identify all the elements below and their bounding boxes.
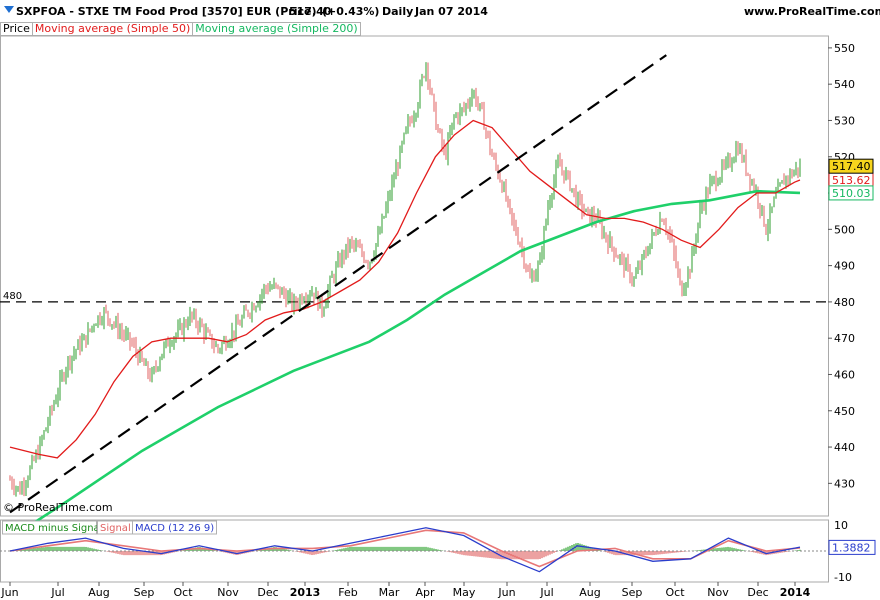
y-tick-label: 430 bbox=[834, 477, 855, 490]
y-tick-label: 450 bbox=[834, 405, 855, 418]
price-chart[interactable]: 430440450460470480490500510520530540550J… bbox=[0, 0, 880, 600]
y-tick-label: 470 bbox=[834, 332, 855, 345]
chart-window: SXPFOA - STXE TM Food Prod [3570] EUR (P… bbox=[0, 0, 880, 600]
x-tick-label: 2014 bbox=[780, 586, 811, 599]
y-tick-label: 490 bbox=[834, 260, 855, 273]
y-tick-label: 530 bbox=[834, 114, 855, 127]
x-tick-label: Sep bbox=[134, 586, 155, 599]
watermark: © ProRealTime.com bbox=[3, 501, 113, 514]
macd-legend-item: MACD minus Signal bbox=[5, 523, 102, 534]
signal-line bbox=[9, 529, 801, 568]
y-tick-label: 500 bbox=[834, 223, 855, 236]
x-tick-label: May bbox=[453, 586, 476, 599]
y-tick-label: 440 bbox=[834, 441, 855, 454]
x-tick-label: Jun bbox=[0, 586, 18, 599]
macd-y-tick-label: 10 bbox=[834, 519, 848, 532]
x-tick-label: Dec bbox=[257, 586, 278, 599]
x-tick-label: Jun bbox=[497, 586, 515, 599]
x-tick-label: Nov bbox=[217, 586, 239, 599]
x-tick-label: Feb bbox=[338, 586, 357, 599]
y-tick-label: 480 bbox=[834, 296, 855, 309]
price-pane-frame bbox=[0, 35, 829, 517]
x-tick-label: Aug bbox=[88, 586, 109, 599]
trendline bbox=[9, 54, 667, 514]
y-tick-label: 460 bbox=[834, 368, 855, 381]
ohlc-bars bbox=[9, 62, 801, 497]
macd-legend-item: Signal bbox=[100, 523, 131, 534]
y-tick-label: 540 bbox=[834, 78, 855, 91]
x-tick-label: Oct bbox=[173, 586, 193, 599]
ma200-value-label: 510.03 bbox=[832, 187, 871, 200]
x-tick-label: Jul bbox=[539, 586, 553, 599]
x-tick-label: Aug bbox=[579, 586, 600, 599]
macd-legend-item: MACD (12 26 9) bbox=[135, 523, 214, 534]
x-tick-label: Mar bbox=[379, 586, 400, 599]
last-value-label: 517.40 bbox=[832, 160, 871, 173]
support-line-label: 480 bbox=[3, 291, 22, 302]
x-tick-label: Apr bbox=[415, 586, 435, 599]
macd-y-tick-label: -10 bbox=[834, 571, 852, 584]
x-tick-label: Dec bbox=[747, 586, 768, 599]
y-tick-label: 550 bbox=[834, 42, 855, 55]
x-tick-label: Sep bbox=[622, 586, 643, 599]
x-tick-label: 2013 bbox=[290, 586, 321, 599]
macd-value-label: 1.3882 bbox=[832, 541, 871, 554]
x-tick-label: Nov bbox=[707, 586, 729, 599]
ma50-value-label: 513.62 bbox=[832, 174, 871, 187]
x-tick-label: Jul bbox=[50, 586, 64, 599]
x-tick-label: Oct bbox=[665, 586, 685, 599]
